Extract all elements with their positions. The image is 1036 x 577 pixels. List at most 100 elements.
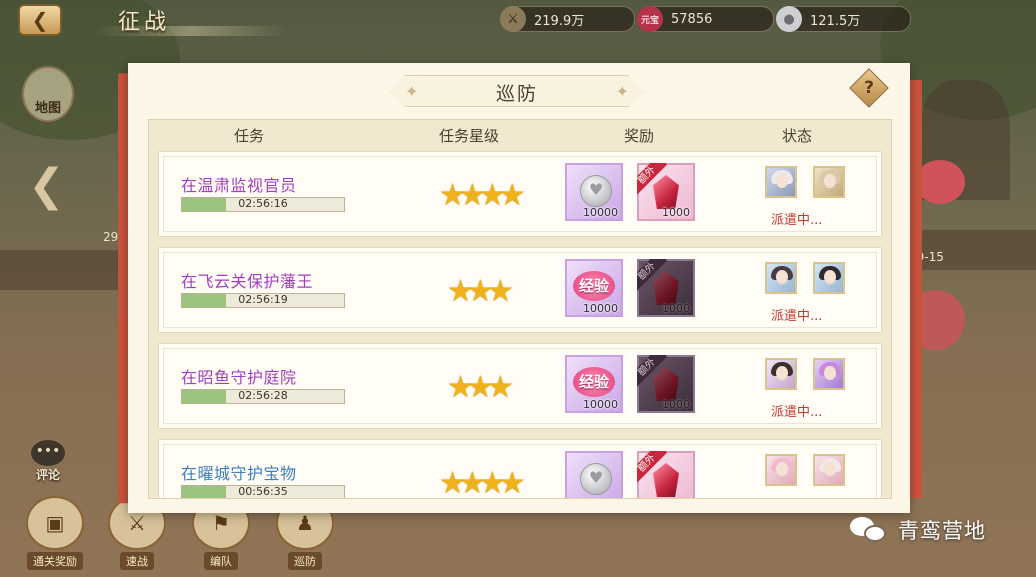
reward-item[interactable]: 额外 1000 (637, 163, 695, 221)
star-icon: ★ (458, 466, 486, 499)
task-timer-text: 00:56:35 (238, 485, 288, 498)
extra-tag-label: 额外 (637, 259, 668, 291)
reward-quantity: 1000 (662, 398, 690, 411)
hero-avatar[interactable] (813, 166, 845, 198)
column-header-stars: 任务星级 (438, 127, 499, 145)
star-rating: ★★★ (447, 370, 514, 405)
star-icon: ★ (458, 178, 486, 213)
star-icon: ★ (498, 178, 526, 213)
bottom-nav-clear-reward[interactable]: ▣ 通关奖励 (24, 496, 86, 570)
task-status: 派遣中... (771, 405, 823, 420)
task-row[interactable]: 在曜城守护宝物 00:56:35 ★★★★ ♥ 额外 (158, 439, 882, 499)
task-status: 派遣中... (771, 213, 823, 228)
page-title: 征战 (118, 10, 171, 35)
reward-quantity: 1000 (662, 302, 690, 315)
comment-bubble-icon: ••• (31, 440, 65, 466)
star-icon: ★ (486, 370, 514, 405)
hero-avatar[interactable] (813, 262, 845, 294)
task-row[interactable]: 在温肃监视官员 02:56:16 ★★★★ ♥ 10000 额外 1000 派遣中... (158, 151, 882, 237)
task-name: 在温肃监视官员 (181, 176, 297, 195)
column-header-status: 状态 (781, 127, 812, 145)
reward-quantity: 10000 (583, 302, 618, 315)
prev-stage-arrow-icon[interactable]: ❮ (28, 160, 65, 211)
reward-item[interactable]: 额外 (637, 451, 695, 498)
column-header-task: 任务 (233, 127, 264, 145)
patrol-dialog: ✦ 巡防 ✦ ? 任务 任务星级 奖励 状态 在温肃监视官员 02:56:16 ★★… (128, 63, 910, 513)
task-row[interactable]: 在昭鱼守护庭院 02:56:28 ★★★ 经验 10000 额外 1000 派遣中... (158, 343, 882, 429)
task-name: 在飞云关保护藩王 (181, 272, 314, 291)
extra-tag: 额外 (637, 259, 669, 291)
hero-avatar[interactable] (765, 262, 797, 294)
star-icon: ★ (478, 466, 506, 499)
extra-tag: 额外 (637, 451, 669, 483)
back-button[interactable]: ❮ (18, 4, 62, 36)
reward-quantity: 10000 (583, 206, 618, 219)
star-rating: ★★★ (447, 274, 514, 309)
silver-coin-icon: ♥ (580, 175, 612, 207)
hero-avatar[interactable] (813, 358, 845, 390)
resource-power: ⚔ 219.9万 (500, 6, 635, 32)
comment-button[interactable]: ••• 评论 (28, 440, 68, 482)
reward-quantity: 1000 (662, 206, 690, 219)
task-row[interactable]: 在飞云关保护藩王 02:56:19 ★★★ 经验 10000 额外 1000 派遣中... (158, 247, 882, 333)
patrol-table: 任务 任务星级 奖励 状态 在温肃监视官员 02:56:16 ★★★★ ♥ 10000 额… (148, 119, 892, 499)
star-icon: ★ (466, 274, 494, 309)
extra-tag-label: 额外 (637, 355, 668, 387)
task-timer-text: 02:56:16 (238, 197, 288, 210)
map-button[interactable]: 地图 (22, 66, 74, 122)
resource-silver: ● 121.5万 (776, 6, 911, 32)
silver-coin-icon: ● (776, 6, 802, 32)
column-header-reward: 奖励 (623, 127, 654, 145)
task-timer-bar: 02:56:19 (181, 293, 345, 308)
hero-avatar[interactable] (765, 454, 797, 486)
task-timer-bar: 02:56:16 (181, 197, 345, 212)
question-mark-icon: ? (864, 78, 874, 98)
table-header: 任务 任务星级 奖励 状态 (149, 120, 891, 148)
resource-ingot-value: 57856 (671, 11, 713, 27)
comment-label: 评论 (35, 468, 60, 482)
task-status: 派遣中... (771, 309, 823, 324)
modal-side-ribbon-right (908, 80, 922, 498)
reward-quantity: 10000 (583, 398, 618, 411)
star-icon: ★ (478, 178, 506, 213)
star-icon: ★ (486, 274, 514, 309)
back-arrow-icon: ❮ (31, 8, 49, 32)
hero-avatar[interactable] (813, 454, 845, 486)
star-icon: ★ (447, 370, 474, 405)
reward-item[interactable]: 额外 1000 (637, 355, 695, 413)
reward-item[interactable]: 额外 1000 (637, 259, 695, 317)
dialog-title: 巡防 (495, 83, 538, 105)
chest-icon: ▣ (26, 496, 84, 550)
star-icon: ★ (439, 178, 466, 213)
hero-avatar[interactable] (765, 358, 797, 390)
resource-ingot: 元宝 57856 (637, 6, 774, 32)
ornament-icon: ✦ (615, 82, 629, 101)
extra-tag-label: 额外 (637, 163, 668, 195)
reward-item[interactable]: 经验 10000 (565, 259, 623, 317)
map-label: 地图 (34, 101, 61, 116)
task-timer-text: 02:56:28 (238, 389, 288, 402)
bottom-nav-label: 通关奖励 (27, 552, 83, 570)
help-button[interactable]: ? (849, 68, 889, 108)
task-name: 在昭鱼守护庭院 (181, 368, 297, 387)
task-timer-text: 02:56:19 (238, 293, 288, 306)
star-icon: ★ (466, 370, 494, 405)
reward-item[interactable]: 经验 10000 (565, 355, 623, 413)
dialog-title-bar: ✦ 巡防 ✦ (390, 75, 644, 107)
reward-item[interactable]: ♥ 10000 (565, 163, 623, 221)
bottom-nav-label: 编队 (204, 552, 238, 570)
watermark: 青鸾营地 (850, 513, 986, 547)
extra-tag: 额外 (637, 163, 669, 195)
reward-item[interactable]: ♥ (565, 451, 623, 498)
extra-tag-label: 额外 (637, 451, 668, 483)
ingot-icon: 元宝 (637, 6, 663, 32)
crossed-swords-icon: ⚔ (500, 6, 526, 32)
star-icon: ★ (439, 466, 466, 499)
star-rating: ★★★★ (439, 178, 526, 213)
watermark-text: 青鸾营地 (898, 519, 986, 543)
silver-coin-icon: ♥ (580, 463, 612, 495)
exp-icon: 经验 (573, 367, 615, 397)
hero-avatar[interactable] (765, 166, 797, 198)
star-icon: ★ (498, 466, 526, 499)
task-timer-bar: 00:56:35 (181, 485, 345, 498)
